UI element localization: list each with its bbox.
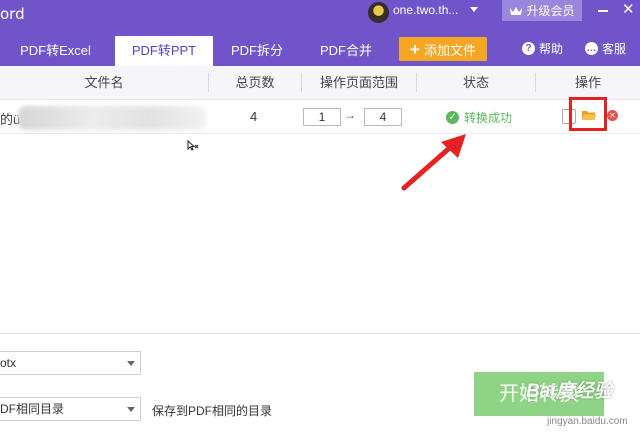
output-directory-description: 保存到PDF相同的目录: [152, 404, 273, 418]
delete-icon[interactable]: ✕: [607, 110, 618, 121]
tab-pdf-merge[interactable]: PDF合并: [300, 36, 392, 66]
chevron-down-icon[interactable]: [470, 7, 478, 12]
check-circle-icon: ✓: [446, 111, 459, 124]
service-label: 客服: [602, 42, 627, 56]
column-filename: 文件名: [84, 75, 124, 90]
output-directory-value: DF相同目录: [0, 402, 64, 416]
column-page-range: 操作页面范围: [319, 75, 398, 90]
help-icon: ?: [522, 42, 535, 55]
tab-pdf-to-ppt[interactable]: PDF转PPT: [115, 36, 213, 66]
output-format-select[interactable]: otx: [0, 351, 141, 375]
add-file-button[interactable]: + 添加文件: [399, 37, 487, 61]
crown-icon: [510, 6, 523, 15]
watermark: Bai度经验: [526, 381, 613, 402]
column-actions: 操作: [574, 75, 601, 90]
avatar[interactable]: [368, 2, 389, 23]
customer-service-link[interactable]: … 客服: [585, 40, 626, 57]
output-directory-select[interactable]: DF相同目录: [0, 397, 141, 421]
page-range-from-input[interactable]: 1: [303, 108, 341, 126]
upgrade-vip-button[interactable]: 升级会员: [502, 0, 582, 21]
add-file-label: 添加文件: [423, 42, 476, 58]
status-badge: ✓ 转换成功: [446, 109, 512, 126]
file-name-blurred: [18, 106, 206, 130]
close-icon[interactable]: ✕: [622, 2, 635, 18]
page-range-to-input[interactable]: 4: [364, 108, 402, 126]
table-row[interactable]: 的ü 4 1 → 4 ✓ 转换成功: [0, 100, 640, 134]
chevron-down-icon: [127, 361, 135, 366]
service-icon: …: [585, 42, 598, 55]
total-pages-value: 4: [250, 109, 258, 124]
cursor-icon: [187, 140, 199, 151]
tab-pdf-split[interactable]: PDF拆分: [219, 36, 295, 66]
help-link[interactable]: ? 帮助: [522, 40, 563, 57]
watermark-url: jingyan.baidu.com: [547, 416, 628, 427]
column-status: 状态: [462, 75, 489, 90]
help-label: 帮助: [539, 42, 564, 56]
title-bar: ord one.two.th... 升级会员 ✕: [0, 0, 640, 33]
app-title: ord: [0, 5, 25, 23]
arrow-annotation: [401, 134, 466, 191]
range-arrow-icon: →: [344, 108, 356, 122]
tab-pdf-to-excel[interactable]: PDF转Excel: [0, 36, 111, 66]
status-text: 转换成功: [464, 111, 513, 125]
chevron-down-icon: [127, 407, 135, 412]
highlight-annotation-box: [569, 97, 607, 131]
username[interactable]: one.two.th...: [393, 3, 458, 17]
table-header: 文件名 总页数 操作页面范围 状态 操作: [0, 66, 640, 100]
plus-icon: +: [410, 39, 420, 59]
upgrade-vip-label: 升级会员: [526, 4, 575, 18]
output-format-value: otx: [0, 356, 17, 370]
column-total-pages: 总页数: [235, 75, 275, 90]
minimize-icon[interactable]: [598, 10, 608, 12]
